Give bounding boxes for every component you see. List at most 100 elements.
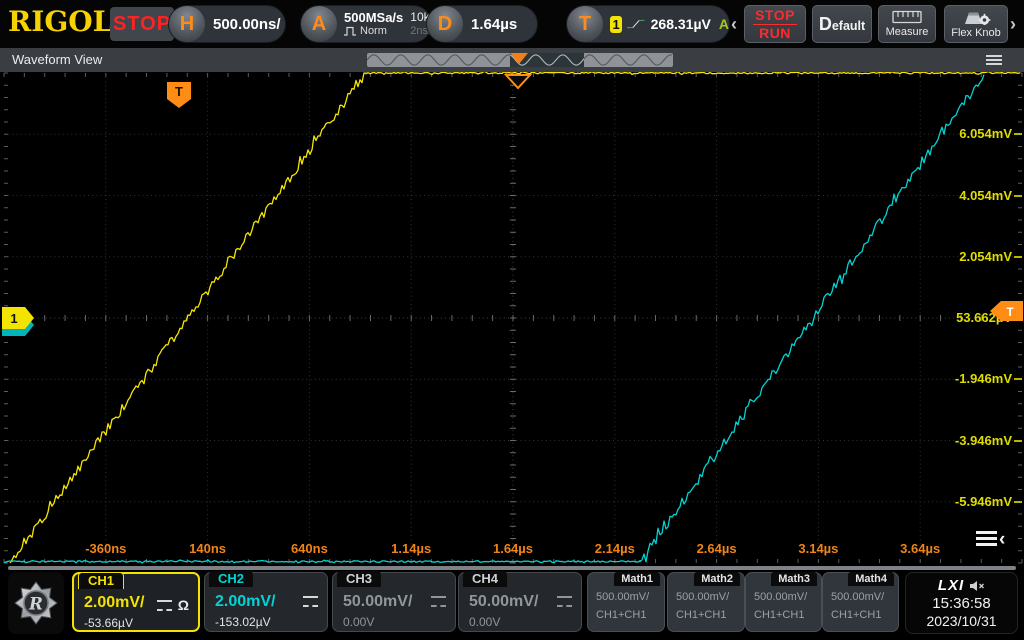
ch2-tab[interactable]: CH2 — [209, 571, 253, 587]
time-label: 2.64µs — [675, 541, 759, 556]
lxi-logo: LXI — [938, 577, 964, 594]
oscilloscope-screen: RIGOL STOP H 500.00ns/ A 500MSa/s Norm 1… — [0, 0, 1024, 640]
gear-icon: R — [13, 580, 59, 626]
horizontal-scale-value: 500.00ns/ — [213, 16, 281, 33]
volt-label: 4.054mV — [922, 188, 1012, 203]
math3-expression: CH1+CH1 — [754, 609, 804, 621]
trigger-knob-icon[interactable]: T — [567, 6, 603, 42]
top-bar: RIGOL STOP H 500.00ns/ A 500MSa/s Norm 1… — [0, 0, 1024, 48]
dc-coupling-icon — [157, 600, 172, 611]
run-label: RUN — [759, 26, 791, 41]
ch2-offset: -153.02µV — [215, 615, 271, 629]
volt-tick — [1014, 133, 1022, 135]
toolbar-next-icon[interactable]: › — [1010, 13, 1016, 35]
status-box[interactable]: LXI 15:36:58 2023/10/31 — [905, 572, 1018, 634]
ch1-box[interactable]: CH1 2.00mV/ Ω -53.66µV — [72, 572, 200, 632]
trigger-level-value: 268.31µV — [651, 16, 711, 32]
stop-label: STOP — [755, 8, 795, 23]
math3-box[interactable]: Math3 500.00mV/ CH1+CH1 — [745, 572, 822, 632]
volt-label: -3.946mV — [922, 433, 1012, 448]
default-rest: efault — [832, 19, 865, 33]
record-navigator[interactable] — [367, 52, 673, 68]
system-time: 15:36:58 — [932, 595, 990, 612]
pulse-icon — [344, 26, 357, 36]
time-label: 2.14µs — [573, 541, 657, 556]
flex-knob-label: Flex Knob — [951, 27, 1001, 39]
trigger-pill[interactable]: T 1 268.31µV A — [566, 5, 730, 43]
time-label: 640ns — [267, 541, 351, 556]
speaker-muted-icon — [969, 580, 985, 592]
math3-tab[interactable]: Math3 — [771, 572, 817, 586]
ruler-icon — [892, 10, 922, 24]
volt-tick — [1014, 195, 1022, 197]
math1-tab[interactable]: Math1 — [614, 572, 660, 586]
toolbar-prev-icon[interactable]: ‹ — [731, 13, 737, 35]
default-button[interactable]: Default — [812, 5, 872, 43]
dc-coupling-icon — [431, 596, 446, 607]
horizontal-knob-icon[interactable]: H — [169, 6, 205, 42]
volt-tick — [1014, 378, 1022, 380]
ch4-tab[interactable]: CH4 — [463, 571, 507, 587]
time-label: -360ns — [64, 541, 148, 556]
math4-box[interactable]: Math4 500.00mV/ CH1+CH1 — [822, 572, 899, 632]
math3-scale: 500.00mV/ — [754, 591, 807, 603]
rigol-logo: RIGOL — [8, 5, 112, 38]
acquisition-pill[interactable]: A 500MSa/s Norm 10kpts 2ns/pt — [300, 5, 432, 43]
knob-gear-icon — [961, 10, 991, 25]
math4-tab[interactable]: Math4 — [848, 572, 894, 586]
run-state-indicator[interactable]: STOP — [110, 7, 174, 41]
svg-text:1: 1 — [10, 311, 17, 326]
ch3-box[interactable]: CH3 50.00mV/ 0.00V — [332, 572, 456, 632]
ch4-box[interactable]: CH4 50.00mV/ 0.00V — [458, 572, 582, 632]
volt-label: 6.054mV — [922, 126, 1012, 141]
ch1-scale: 2.00mV/ — [84, 594, 144, 612]
measure-button[interactable]: Measure — [878, 5, 936, 43]
ch3-tab[interactable]: CH3 — [337, 571, 381, 587]
ch4-offset: 0.00V — [469, 615, 500, 629]
time-label: 1.14µs — [369, 541, 453, 556]
math4-expression: CH1+CH1 — [831, 609, 881, 621]
menu-icon[interactable] — [986, 55, 1002, 67]
svg-text:T: T — [175, 84, 183, 99]
sample-rate: 500MSa/s — [344, 11, 403, 24]
math2-box[interactable]: Math2 500.00mV/ CH1+CH1 — [667, 572, 745, 632]
volt-tick — [1014, 440, 1022, 442]
default-initial: D — [819, 14, 832, 34]
view-title-bar: Waveform View — [0, 48, 1024, 72]
view-title: Waveform View — [12, 48, 102, 72]
ch2-offset-marker[interactable] — [2, 314, 34, 336]
volt-tick — [1014, 501, 1022, 503]
ch1-trace — [10, 72, 1020, 563]
math2-expression: CH1+CH1 — [676, 609, 726, 621]
time-label: 140ns — [166, 541, 250, 556]
flex-knob-button[interactable]: Flex Knob — [944, 5, 1008, 43]
measure-label: Measure — [886, 26, 929, 38]
stop-run-button[interactable]: STOP RUN — [744, 5, 806, 43]
acquisition-knob-icon[interactable]: A — [301, 6, 337, 42]
delay-knob-icon[interactable]: D — [427, 6, 463, 42]
trigger-delay-marker[interactable] — [506, 75, 530, 88]
ch1-tab[interactable]: CH1 — [78, 572, 124, 589]
volt-tick — [1014, 256, 1022, 258]
math2-tab[interactable]: Math2 — [694, 572, 740, 586]
volt-label: -5.946mV — [922, 494, 1012, 509]
math2-scale: 500.00mV/ — [676, 591, 729, 603]
horizontal-scrollbar[interactable] — [8, 566, 1016, 570]
channel-bar: R CH1 2.00mV/ Ω -53.66µV CH2 2.00mV/ -15… — [0, 572, 1024, 638]
delay-pill[interactable]: D 1.64µs — [426, 5, 538, 43]
acquire-mode: Norm — [360, 25, 387, 38]
volt-tick — [1014, 317, 1022, 319]
volt-label: -1.946mV — [922, 371, 1012, 386]
trigger-position-flag[interactable]: T — [167, 82, 191, 108]
math1-box[interactable]: Math1 500.00mV/ CH1+CH1 — [587, 572, 665, 632]
ch1-offset-marker[interactable]: 1 — [2, 307, 34, 329]
expand-menu-icon[interactable]: ‹ — [976, 531, 1005, 549]
horizontal-scale-pill[interactable]: H 500.00ns/ — [168, 5, 286, 43]
math1-scale: 500.00mV/ — [596, 591, 649, 603]
ch2-box[interactable]: CH2 2.00mV/ -153.02µV — [204, 572, 328, 632]
rising-edge-icon — [627, 16, 644, 32]
ch1-offset: -53.66µV — [84, 616, 133, 630]
time-label: 3.64µs — [878, 541, 962, 556]
rigol-gear-logo[interactable]: R — [8, 572, 64, 634]
ch3-offset: 0.00V — [343, 615, 374, 629]
